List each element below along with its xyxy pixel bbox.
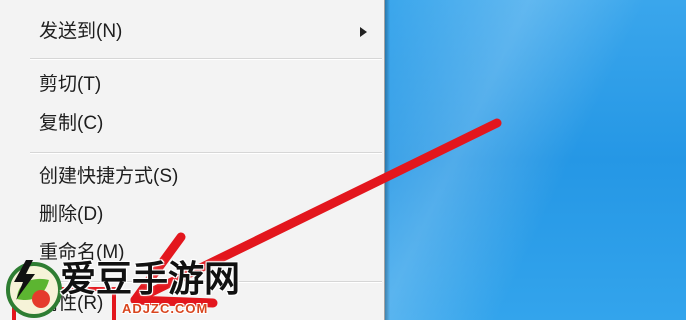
screen: 发送到(N) 剪切(T) 复制(C) 创建快捷方式(S) 删除(D) 重命名(M… (0, 0, 686, 320)
watermark-domain: ADJZC.COM (122, 301, 209, 316)
watermark-logo-icon (6, 260, 62, 318)
watermark-site-name: 爱豆手游网 (60, 258, 241, 299)
